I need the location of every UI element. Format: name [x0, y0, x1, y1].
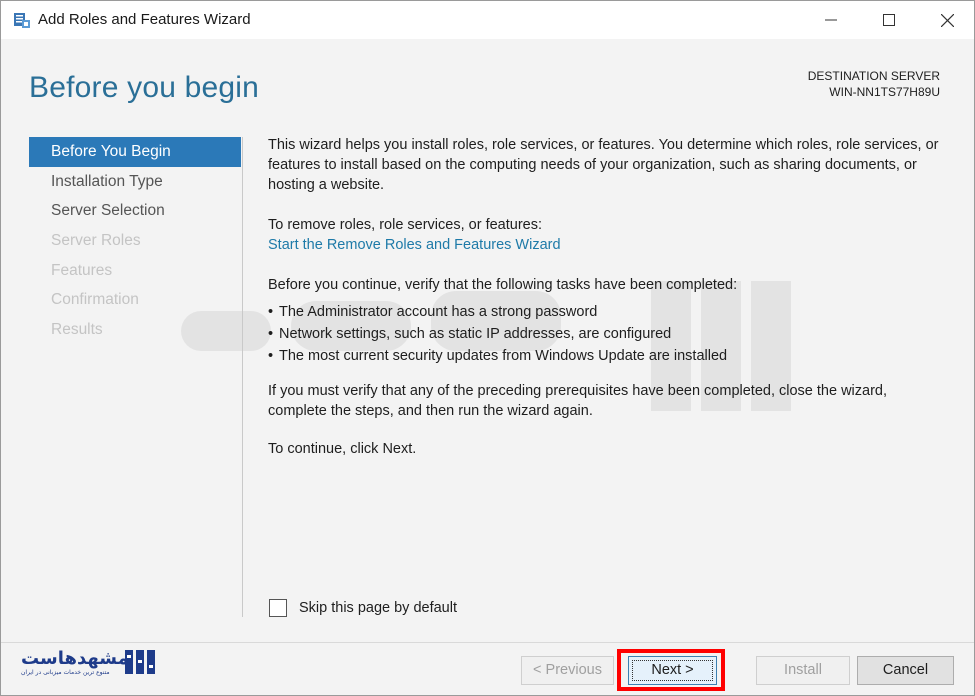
destination-server-label: DESTINATION SERVER	[807, 69, 940, 83]
minimize-icon	[825, 19, 837, 21]
prerequisite-list: The Administrator account has a strong p…	[268, 301, 948, 367]
wizard-steps-nav: Before You Begin Installation Type Serve…	[29, 137, 241, 345]
close-icon	[940, 13, 954, 27]
list-item: The most current security updates from W…	[268, 345, 948, 367]
remove-prompt-text: To remove roles, role services, or featu…	[268, 217, 542, 233]
list-item: Network settings, such as static IP addr…	[268, 323, 948, 345]
nav-step-server-selection[interactable]: Server Selection	[29, 196, 241, 226]
logo-mark-icon	[125, 650, 155, 674]
page-title: Before you begin	[29, 71, 260, 104]
remove-roles-wizard-link[interactable]: Start the Remove Roles and Features Wiza…	[268, 237, 561, 253]
skip-page-label: Skip this page by default	[299, 600, 457, 616]
next-button[interactable]: Next >	[628, 656, 717, 685]
footer-divider	[1, 642, 974, 643]
wizard-window: Add Roles and Features Wizard Before you…	[0, 0, 975, 696]
destination-server-name: WIN-NN1TS77H89U	[829, 85, 940, 99]
close-button[interactable]	[918, 1, 975, 39]
mashhadhost-logo: مشهدهاست متنوع ترین خدمات میزبانی در ایر…	[19, 648, 155, 678]
nav-divider	[242, 137, 243, 617]
window-title: Add Roles and Features Wizard	[38, 11, 251, 28]
nav-step-confirmation: Confirmation	[51, 291, 139, 309]
verify-note-text: If you must verify that any of the prece…	[268, 383, 888, 419]
title-bar: Add Roles and Features Wizard	[1, 1, 974, 39]
skip-page-checkbox[interactable]	[269, 599, 287, 617]
verify-prompt-text: Before you continue, verify that the fol…	[268, 277, 738, 293]
cancel-button[interactable]: Cancel	[857, 656, 954, 685]
nav-step-features: Features	[51, 261, 113, 279]
previous-button: < Previous	[521, 656, 614, 685]
maximize-icon	[883, 14, 895, 26]
nav-step-installation-type[interactable]: Installation Type	[29, 167, 241, 197]
list-item: The Administrator account has a strong p…	[268, 301, 948, 323]
server-manager-icon	[14, 13, 30, 28]
logo-name: مشهدهاست	[21, 648, 129, 669]
nav-step-server-roles: Server Roles	[51, 232, 141, 250]
wizard-content: This wizard helps you install roles, rol…	[268, 135, 948, 479]
logo-tagline: متنوع ترین خدمات میزبانی در ایران	[21, 669, 110, 676]
wizard-header: Before you begin DESTINATION SERVER WIN-…	[1, 39, 974, 123]
skip-page-option[interactable]: Skip this page by default	[269, 599, 457, 617]
intro-text: This wizard helps you install roles, rol…	[268, 137, 939, 193]
nav-step-before-you-begin[interactable]: Before You Begin	[29, 137, 241, 167]
install-button: Install	[756, 656, 850, 685]
minimize-button[interactable]	[802, 1, 860, 39]
maximize-button[interactable]	[860, 1, 918, 39]
focus-rectangle	[632, 660, 713, 681]
nav-step-results: Results	[51, 321, 103, 339]
continue-note-text: To continue, click Next.	[268, 441, 417, 457]
